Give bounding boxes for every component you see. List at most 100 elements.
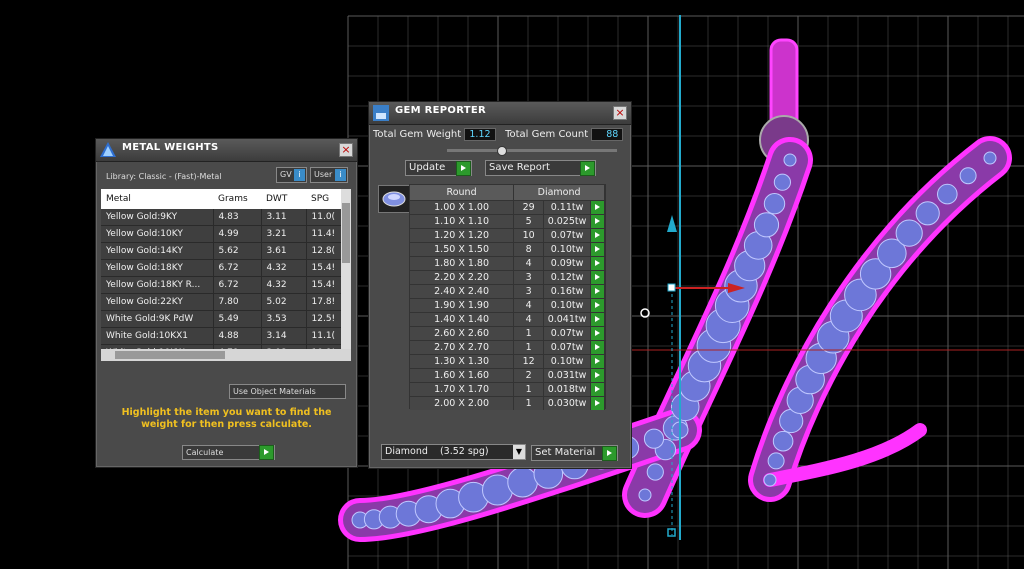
gem-report-table[interactable]: Round Diamond 1.00 X 1.00 29 0.11tw 1.10 X … bbox=[409, 184, 606, 410]
gem-stone bbox=[983, 151, 997, 165]
table-row[interactable]: Yellow Gold:18KY 6.72 4.32 15.4! bbox=[101, 259, 342, 277]
slider-knob[interactable] bbox=[497, 146, 507, 156]
row-play-arrow-icon[interactable] bbox=[590, 396, 605, 410]
save-report-button[interactable]: Save Report bbox=[485, 160, 596, 176]
table-row[interactable]: White Gold:9K PdW 5.49 3.53 12.5! bbox=[101, 310, 342, 328]
table-row[interactable]: 1.90 X 1.90 4 0.10tw bbox=[410, 298, 605, 313]
table-row[interactable]: 1.60 X 1.60 2 0.031tw bbox=[410, 368, 605, 383]
table-cell: Yellow Gold:14KY bbox=[101, 242, 214, 260]
calculate-button[interactable]: Calculate bbox=[182, 445, 275, 460]
row-play-arrow-icon[interactable] bbox=[590, 256, 605, 271]
material-select[interactable]: Diamond (3.52 spg) ▼ bbox=[381, 444, 526, 460]
gem-count-cell: 3 bbox=[513, 284, 545, 299]
total-gem-count-value: 88 bbox=[591, 128, 624, 141]
table-row[interactable]: 2.00 X 2.00 1 0.030tw bbox=[410, 396, 605, 410]
gem-count-cell: 1 bbox=[513, 326, 545, 341]
gem-stone bbox=[937, 183, 958, 205]
gem-stone bbox=[638, 488, 652, 502]
row-play-arrow-icon[interactable] bbox=[590, 284, 605, 299]
metal-weights-titlebar[interactable]: METAL WEIGHTS × bbox=[96, 139, 357, 162]
row-play-arrow-icon[interactable] bbox=[590, 228, 605, 243]
column-header-metal[interactable]: Metal bbox=[101, 189, 213, 209]
use-object-materials-button[interactable]: Use Object Materials bbox=[229, 384, 346, 399]
gem-weight-cell: 0.10tw bbox=[543, 354, 592, 369]
play-arrow-icon bbox=[580, 161, 595, 176]
row-play-arrow-icon[interactable] bbox=[590, 368, 605, 383]
gem-reporter-title: GEM REPORTER bbox=[395, 105, 487, 116]
row-play-arrow-icon[interactable] bbox=[590, 214, 605, 229]
update-button[interactable]: Update bbox=[405, 160, 472, 176]
row-play-arrow-icon[interactable] bbox=[590, 312, 605, 327]
gem-stone bbox=[915, 201, 940, 226]
row-play-arrow-icon[interactable] bbox=[590, 326, 605, 341]
table-row[interactable]: 1.00 X 1.00 29 0.11tw bbox=[410, 200, 605, 215]
row-play-arrow-icon[interactable] bbox=[590, 354, 605, 369]
table-cell: 4.32 bbox=[261, 276, 307, 294]
user-button[interactable]: User i bbox=[310, 167, 348, 183]
gem-size-cell: 1.70 X 1.70 bbox=[410, 382, 515, 397]
close-icon[interactable]: × bbox=[339, 143, 353, 157]
gv-button[interactable]: GV i bbox=[276, 167, 307, 183]
table-row[interactable]: 2.70 X 2.70 1 0.07tw bbox=[410, 340, 605, 355]
info-icon: i bbox=[335, 169, 346, 181]
gem-reporter-titlebar[interactable]: GEM REPORTER × bbox=[369, 102, 631, 125]
gem-weight-cell: 0.018tw bbox=[543, 382, 592, 397]
library-label: Library: Classic - (Fast)-Metal bbox=[106, 172, 222, 181]
close-icon[interactable]: × bbox=[613, 106, 627, 120]
gem-reporter-panel[interactable]: GEM REPORTER × Total Gem Weight 1.12 Tot… bbox=[368, 101, 632, 469]
table-row[interactable]: Yellow Gold:9KY 4.83 3.11 11.0( bbox=[101, 209, 342, 226]
row-play-arrow-icon[interactable] bbox=[590, 340, 605, 355]
metal-weights-title: METAL WEIGHTS bbox=[122, 142, 219, 153]
gem-size-cell: 2.20 X 2.20 bbox=[410, 270, 515, 285]
letter-stroke-right-inner bbox=[753, 141, 1007, 497]
table-row[interactable]: 2.60 X 2.60 1 0.07tw bbox=[410, 326, 605, 341]
table-row[interactable]: White Gold:10KX1 4.88 3.14 11.1( bbox=[101, 327, 342, 345]
column-header-grams[interactable]: Grams bbox=[213, 189, 261, 209]
gem-reporter-slider[interactable] bbox=[447, 146, 617, 156]
table-cell: 3.61 bbox=[261, 242, 307, 260]
gem-stone bbox=[895, 219, 923, 247]
gem-count-cell: 1 bbox=[513, 340, 545, 355]
table-row[interactable]: Yellow Gold:10KY 4.99 3.21 11.4! bbox=[101, 225, 342, 243]
row-play-arrow-icon[interactable] bbox=[590, 382, 605, 397]
gem-stone bbox=[772, 430, 794, 452]
table-cell: 17.8! bbox=[306, 293, 342, 311]
table-row[interactable]: 2.20 X 2.20 3 0.12tw bbox=[410, 270, 605, 285]
table-cell: 11.0( bbox=[306, 209, 342, 226]
metal-table-horizontal-scrollbar[interactable] bbox=[101, 349, 351, 361]
table-row[interactable]: 1.70 X 1.70 1 0.018tw bbox=[410, 382, 605, 397]
table-cell: Yellow Gold:10KY bbox=[101, 225, 214, 243]
table-row[interactable]: Yellow Gold:14KY 5.62 3.61 12.8( bbox=[101, 242, 342, 260]
row-play-arrow-icon[interactable] bbox=[590, 200, 605, 215]
table-cell: 6.72 bbox=[213, 276, 262, 294]
gem-count-cell: 1 bbox=[513, 396, 545, 410]
chevron-down-icon[interactable]: ▼ bbox=[513, 445, 525, 459]
gem-weight-cell: 0.07tw bbox=[543, 340, 592, 355]
metal-weights-panel[interactable]: METAL WEIGHTS × Library: Classic - (Fast… bbox=[95, 138, 358, 468]
metal-weights-table[interactable]: Metal Grams DWT SPG Yellow Gold:9KY 4.83 3.11… bbox=[101, 189, 351, 361]
column-header-spg[interactable]: SPG bbox=[306, 189, 341, 209]
gizmo-arrow-y[interactable] bbox=[667, 215, 677, 232]
table-row[interactable]: 1.10 X 1.10 5 0.025tw bbox=[410, 214, 605, 229]
gem-count-cell: 4 bbox=[513, 256, 545, 271]
gem-size-cell: 2.70 X 2.70 bbox=[410, 340, 515, 355]
set-material-button[interactable]: Set Material bbox=[531, 445, 618, 461]
table-row[interactable]: 1.80 X 1.80 4 0.09tw bbox=[410, 256, 605, 271]
table-row[interactable]: 1.20 X 1.20 10 0.07tw bbox=[410, 228, 605, 243]
row-play-arrow-icon[interactable] bbox=[590, 298, 605, 313]
table-row[interactable]: 2.40 X 2.40 3 0.16tw bbox=[410, 284, 605, 299]
gem-weight-cell: 0.041tw bbox=[543, 312, 592, 327]
table-row[interactable]: Yellow Gold:18KY R... 6.72 4.32 15.4! bbox=[101, 276, 342, 294]
table-row[interactable]: Yellow Gold:22KY 7.80 5.02 17.8! bbox=[101, 293, 342, 311]
gizmo-origin[interactable] bbox=[667, 283, 676, 292]
row-play-arrow-icon[interactable] bbox=[590, 242, 605, 257]
row-play-arrow-icon[interactable] bbox=[590, 270, 605, 285]
gem-weight-cell: 0.12tw bbox=[543, 270, 592, 285]
metal-table-vertical-scrollbar[interactable] bbox=[341, 189, 351, 349]
table-row[interactable]: 1.40 X 1.40 4 0.041tw bbox=[410, 312, 605, 327]
table-cell: 12.5! bbox=[306, 310, 342, 328]
table-row[interactable]: 1.50 X 1.50 8 0.10tw bbox=[410, 242, 605, 257]
gem-count-cell: 29 bbox=[513, 200, 545, 215]
column-header-dwt[interactable]: DWT bbox=[261, 189, 306, 209]
table-row[interactable]: 1.30 X 1.30 12 0.10tw bbox=[410, 354, 605, 369]
